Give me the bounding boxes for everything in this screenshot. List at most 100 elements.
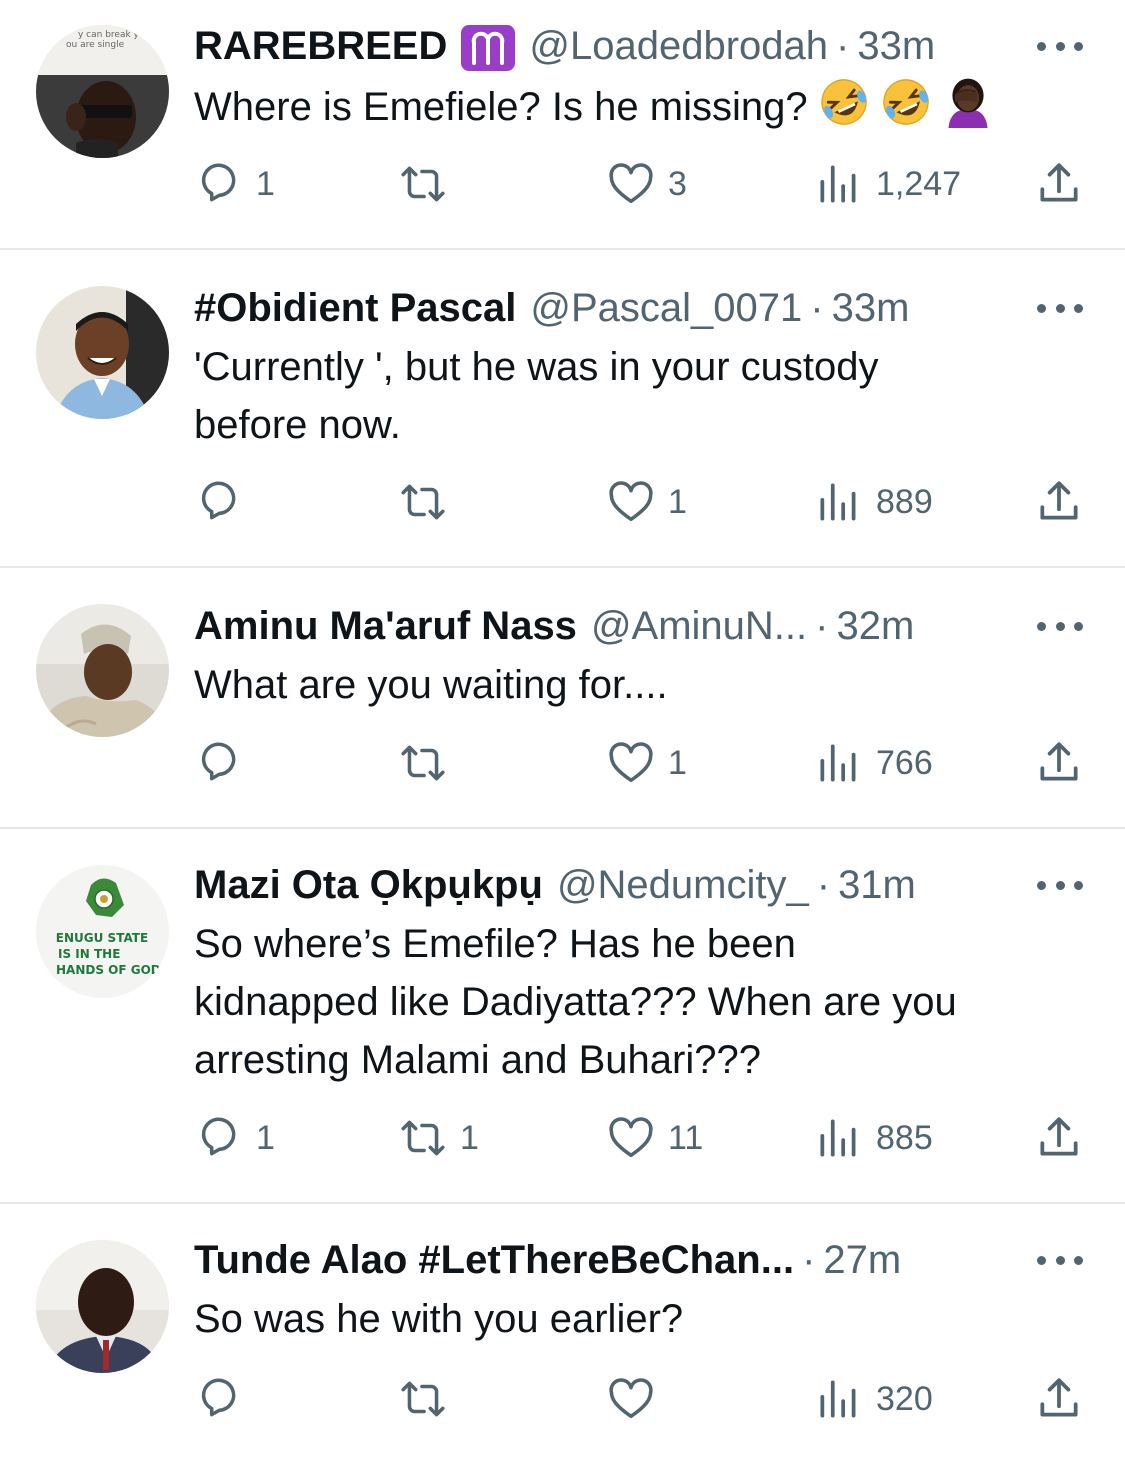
like-button[interactable]: 11 xyxy=(606,1108,703,1168)
share-button[interactable] xyxy=(1034,472,1084,532)
like-count: 1 xyxy=(668,743,687,782)
tweet[interactable]: y can break you. ou are single RAREBREED… xyxy=(0,0,1125,250)
tweet-actions: 1 1 11 885 xyxy=(194,1108,1094,1168)
tweet-actions: 1 3 1,247 xyxy=(194,154,1094,214)
view-count: 1,247 xyxy=(876,164,962,203)
reply-count: 1 xyxy=(256,1118,275,1157)
tweet-actions: 1 766 xyxy=(194,733,1094,793)
share-icon xyxy=(1034,477,1084,527)
reply-icon xyxy=(194,738,244,788)
rolling-laughing-emoji xyxy=(880,76,932,128)
reply-button[interactable] xyxy=(194,1369,256,1429)
timestamp[interactable]: 32m xyxy=(836,598,914,654)
share-button[interactable] xyxy=(1034,1108,1084,1168)
tweet-header: Aminu Ma'aruf Nass @AminuN... · 32m xyxy=(194,598,1089,654)
display-name[interactable]: Mazi Ota Ọkpụkpụ xyxy=(194,857,543,913)
share-icon xyxy=(1034,738,1084,788)
retweet-count: 1 xyxy=(460,1118,479,1157)
retweet-button[interactable] xyxy=(398,154,460,214)
display-name[interactable]: Aminu Ma'aruf Nass xyxy=(194,598,577,654)
tweet-actions: 320 xyxy=(194,1369,1094,1429)
tweet-text: So where’s Emefile? Has he been kidnappe… xyxy=(194,922,957,1082)
reply-icon xyxy=(194,159,244,209)
more-options-icon[interactable] xyxy=(1037,598,1083,654)
avatar[interactable] xyxy=(36,286,169,419)
avatar[interactable] xyxy=(36,604,169,737)
share-icon xyxy=(1034,1113,1084,1163)
share-button[interactable] xyxy=(1034,733,1084,793)
heart-icon xyxy=(606,738,656,788)
views-button[interactable]: 320 xyxy=(814,1369,933,1429)
like-button[interactable]: 1 xyxy=(606,472,687,532)
tweet[interactable]: Aminu Ma'aruf Nass @AminuN... · 32m What… xyxy=(0,568,1125,829)
like-button[interactable]: 1 xyxy=(606,733,687,793)
tweet-text: 'Currently ', but he was in your custody… xyxy=(194,345,879,447)
retweet-button[interactable]: 1 xyxy=(398,1108,479,1168)
tweet-header: Tunde Alao #LetThereBeChan... · 27m xyxy=(194,1232,1089,1288)
tweet-header: #Obidient Pascal @Pascal_0071 · 33m xyxy=(194,280,1089,336)
views-button[interactable]: 766 xyxy=(814,733,933,793)
display-name[interactable]: RAREBREED xyxy=(194,18,447,74)
retweet-button[interactable] xyxy=(398,1369,460,1429)
svg-text:y can break you.: y can break you. xyxy=(78,30,153,40)
tweet-text-body: Where is Emefiele? Is he missing? xyxy=(194,85,808,129)
retweet-button[interactable] xyxy=(398,472,460,532)
share-icon xyxy=(1034,159,1084,209)
svg-text:ou are single: ou are single xyxy=(66,40,125,50)
user-handle[interactable]: @AminuN... xyxy=(591,598,807,654)
tweet[interactable]: Tunde Alao #LetThereBeChan... · 27m So w… xyxy=(0,1204,1125,1462)
separator-dot: · xyxy=(815,604,829,648)
view-count: 885 xyxy=(876,1118,933,1157)
user-handle[interactable]: @Pascal_0071 xyxy=(530,280,802,336)
views-button[interactable]: 889 xyxy=(814,472,933,532)
tweet-text: So was he with you earlier? xyxy=(194,1297,684,1341)
avatar[interactable] xyxy=(36,1240,169,1373)
reply-icon xyxy=(194,477,244,527)
separator-dot: · xyxy=(836,24,850,68)
retweet-button[interactable] xyxy=(398,733,460,793)
share-button[interactable] xyxy=(1034,1369,1084,1429)
heart-icon xyxy=(606,477,656,527)
display-name[interactable]: Tunde Alao #LetThereBeChan... xyxy=(194,1232,794,1288)
display-name[interactable]: #Obidient Pascal xyxy=(194,280,516,336)
timestamp[interactable]: 33m xyxy=(832,280,910,336)
tweet[interactable]: ENUGU STATE IS IN THE HANDS OF GOD Mazi … xyxy=(0,829,1125,1204)
user-handle[interactable]: @Nedumcity_ xyxy=(557,857,809,913)
tweet-text: Where is Emefiele? Is he missing? xyxy=(194,76,1089,136)
tweet-actions: 1 889 xyxy=(194,472,1094,532)
bar-chart-icon xyxy=(814,477,864,527)
reply-button[interactable] xyxy=(194,733,256,793)
reply-button[interactable] xyxy=(194,472,256,532)
timestamp[interactable]: 33m xyxy=(857,18,935,74)
separator-dot: · xyxy=(810,286,824,330)
avatar-caption-line-3: HANDS OF GOD xyxy=(56,963,161,977)
more-options-icon[interactable] xyxy=(1037,280,1083,336)
separator-dot: · xyxy=(802,1238,816,1282)
aries-icon xyxy=(461,25,516,71)
views-button[interactable]: 885 xyxy=(814,1108,933,1168)
views-button[interactable]: 1,247 xyxy=(814,154,961,214)
rolling-laughing-emoji xyxy=(818,76,870,128)
like-button[interactable]: 3 xyxy=(606,154,687,214)
tweet[interactable]: #Obidient Pascal @Pascal_0071 · 33m 'Cur… xyxy=(0,250,1125,568)
view-count: 320 xyxy=(876,1379,933,1418)
reply-button[interactable]: 1 xyxy=(194,154,275,214)
more-options-icon[interactable] xyxy=(1037,857,1083,913)
retweet-icon xyxy=(398,159,448,209)
reply-button[interactable]: 1 xyxy=(194,1108,275,1168)
tweet-text: What are you waiting for.... xyxy=(194,663,668,707)
share-button[interactable] xyxy=(1034,154,1084,214)
user-handle[interactable]: @Loadedbrodah xyxy=(529,18,828,74)
view-count: 766 xyxy=(876,743,933,782)
reply-icon xyxy=(194,1374,244,1424)
tweet-header: Mazi Ota Ọkpụkpụ @Nedumcity_ · 31m xyxy=(194,857,1089,913)
timestamp[interactable]: 31m xyxy=(838,857,916,913)
heart-icon xyxy=(606,159,656,209)
avatar[interactable]: y can break you. ou are single xyxy=(36,25,169,158)
more-options-icon[interactable] xyxy=(1037,1232,1083,1288)
heart-icon xyxy=(606,1113,656,1163)
more-options-icon[interactable] xyxy=(1037,18,1083,74)
like-button[interactable] xyxy=(606,1369,668,1429)
avatar[interactable]: ENUGU STATE IS IN THE HANDS OF GOD xyxy=(36,865,169,998)
timestamp[interactable]: 27m xyxy=(823,1232,901,1288)
